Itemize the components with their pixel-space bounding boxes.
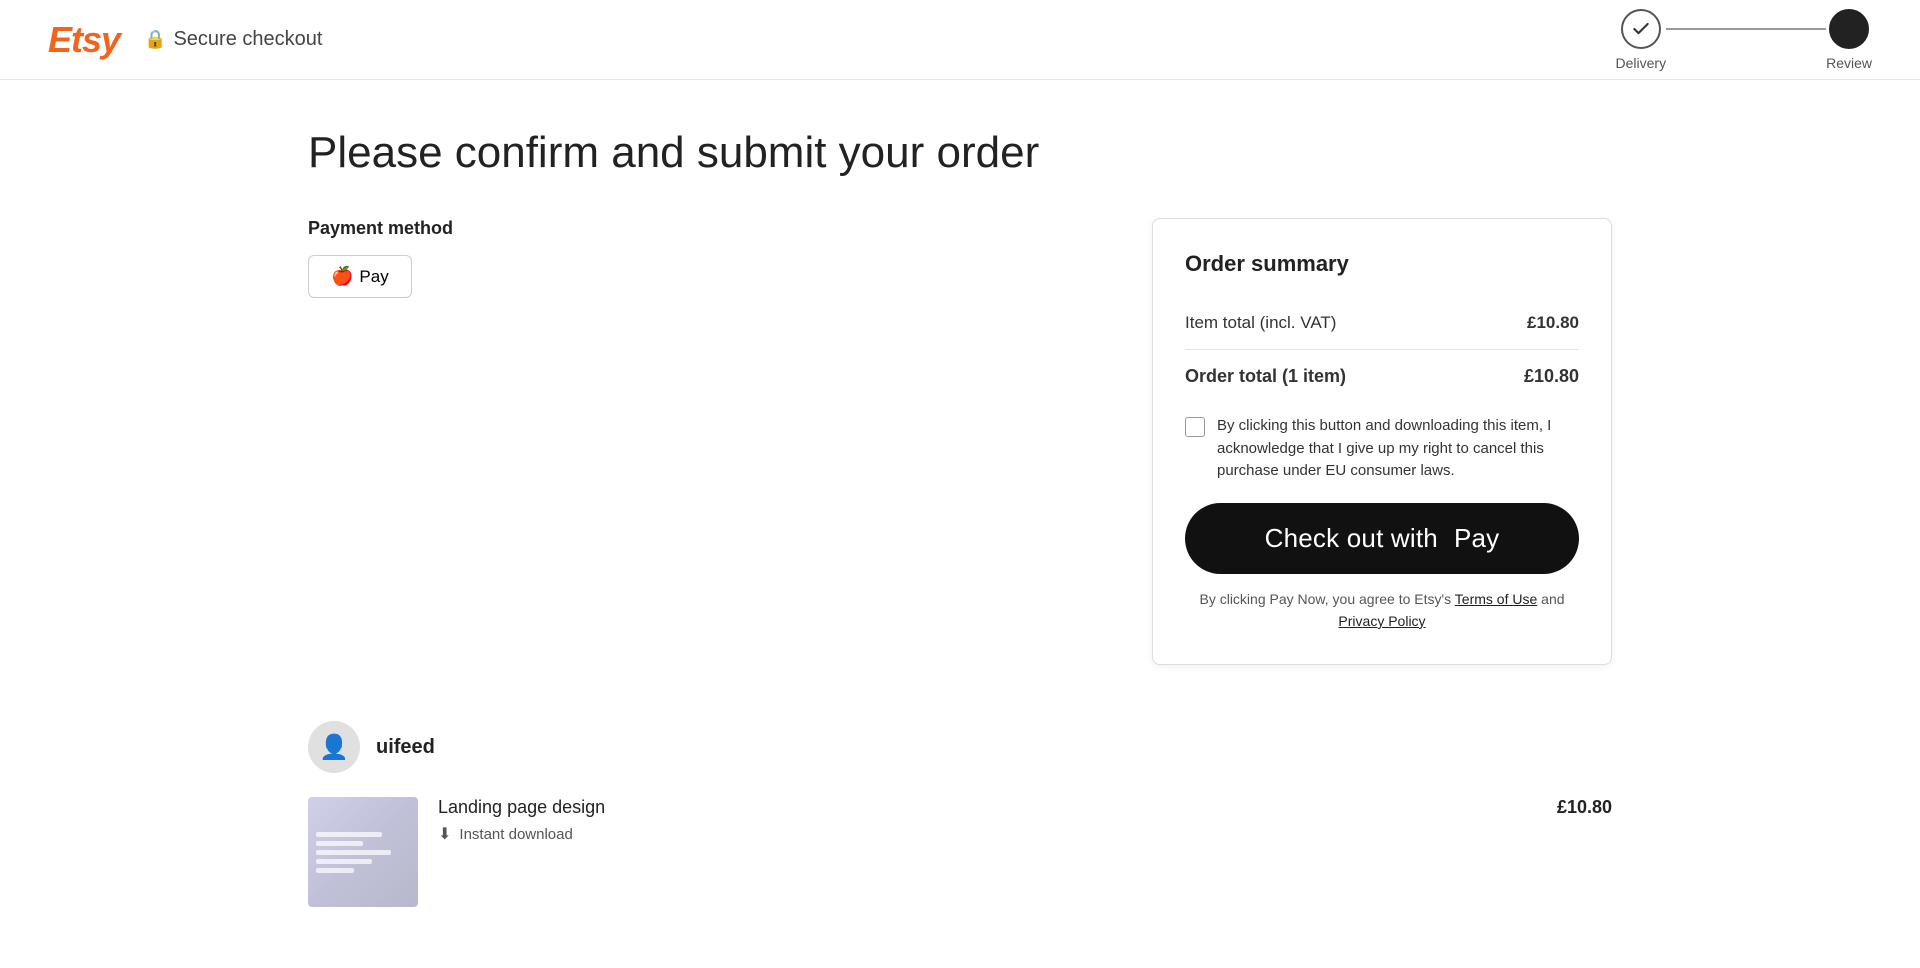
- order-summary-panel: Order summary Item total (incl. VAT) £10…: [1152, 218, 1612, 665]
- product-name: Landing page design: [438, 797, 1537, 818]
- page-title: Please confirm and submit your order: [308, 128, 1612, 178]
- step-connector: [1666, 28, 1826, 30]
- item-total-label: Item total (incl. VAT): [1185, 313, 1336, 333]
- pay-text: Pay: [1454, 523, 1499, 554]
- thumb-line-1: [316, 832, 382, 837]
- header: Etsy 🔒 Secure checkout Delivery Review: [0, 0, 1920, 80]
- apple-pay-method-button[interactable]: 🍎 Pay: [308, 255, 412, 298]
- order-total-value: £10.80: [1524, 366, 1579, 387]
- terms-middle: and: [1537, 591, 1564, 607]
- item-total-value: £10.80: [1527, 313, 1579, 333]
- product-price: £10.80: [1557, 797, 1612, 818]
- product-row: Landing page design ⬇ Instant download £…: [308, 797, 1612, 907]
- secure-checkout-label: Secure checkout: [173, 28, 322, 51]
- order-total-label: Order total (1 item): [1185, 366, 1346, 387]
- order-total-line: Order total (1 item) £10.80: [1185, 350, 1579, 399]
- terms-text: By clicking Pay Now, you agree to Etsy's…: [1185, 588, 1579, 633]
- seller-section: 👤 uifeed Landing page design ⬇ Instant d…: [308, 721, 1612, 939]
- order-summary-card: Order summary Item total (incl. VAT) £10…: [1152, 218, 1612, 665]
- seller-name: uifeed: [376, 736, 435, 759]
- consent-checkbox[interactable]: [1185, 417, 1205, 437]
- step-delivery: Delivery: [1616, 9, 1667, 71]
- header-left: Etsy 🔒 Secure checkout: [48, 19, 322, 61]
- content-grid: Payment method 🍎 Pay Order summary Item …: [308, 218, 1612, 665]
- terms-link[interactable]: Terms of Use: [1455, 591, 1537, 607]
- order-summary-title: Order summary: [1185, 251, 1579, 277]
- delivery-circle: [1621, 9, 1661, 49]
- lock-icon: 🔒: [144, 29, 166, 50]
- item-total-line: Item total (incl. VAT) £10.80: [1185, 297, 1579, 350]
- product-info: Landing page design ⬇ Instant download: [438, 797, 1537, 844]
- download-icon: ⬇: [438, 824, 451, 844]
- left-panel: Payment method 🍎 Pay: [308, 218, 1112, 298]
- privacy-link[interactable]: Privacy Policy: [1338, 613, 1425, 629]
- main-content: Please confirm and submit your order Pay…: [260, 80, 1660, 939]
- checkout-text: Check out with: [1265, 523, 1438, 554]
- product-thumbnail-inner: [308, 797, 418, 907]
- step-review: Review: [1826, 9, 1872, 71]
- seller-avatar: 👤: [308, 721, 360, 773]
- product-meta: ⬇ Instant download: [438, 824, 1537, 844]
- secure-checkout: 🔒 Secure checkout: [144, 28, 322, 51]
- thumb-line-4: [316, 859, 372, 864]
- seller-header: 👤 uifeed: [308, 721, 1612, 773]
- seller-avatar-icon: 👤: [319, 733, 349, 762]
- delivery-label: Delivery: [1616, 55, 1667, 71]
- payment-method-label: Payment method: [308, 218, 1112, 239]
- consent-area: By clicking this button and downloading …: [1185, 415, 1579, 483]
- review-circle: [1829, 9, 1869, 49]
- terms-prefix: By clicking Pay Now, you agree to Etsy's: [1199, 591, 1454, 607]
- checkmark-icon: [1631, 19, 1651, 39]
- thumb-line-3: [316, 850, 391, 855]
- thumb-line-2: [316, 841, 363, 846]
- product-meta-label: Instant download: [459, 826, 572, 843]
- etsy-logo[interactable]: Etsy: [48, 19, 120, 61]
- consent-text: By clicking this button and downloading …: [1217, 415, 1579, 483]
- apple-pay-text: Pay: [359, 267, 388, 287]
- thumb-line-5: [316, 868, 354, 873]
- product-thumbnail: [308, 797, 418, 907]
- apple-logo-icon: 🍎: [331, 266, 353, 287]
- review-label: Review: [1826, 55, 1872, 71]
- checkout-button[interactable]: Check out with Pay: [1185, 503, 1579, 574]
- progress-steps: Delivery Review: [1616, 9, 1872, 71]
